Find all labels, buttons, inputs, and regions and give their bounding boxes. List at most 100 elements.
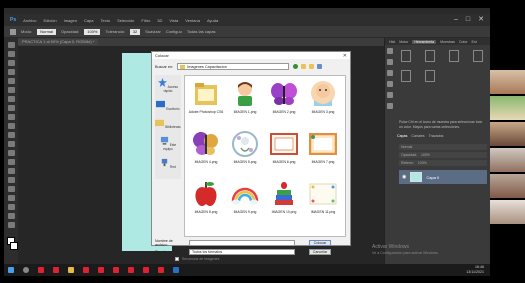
menu-capa[interactable]: Capa (84, 18, 94, 23)
brush-preset-6[interactable] (425, 70, 435, 82)
clone-source-panel-icon[interactable] (387, 92, 393, 98)
menu-filtro[interactable]: Filtro (141, 18, 150, 23)
photoshop-taskbar-icon[interactable] (173, 267, 179, 273)
history-panel-icon[interactable] (387, 48, 393, 54)
opacity-field[interactable]: 100% (84, 28, 101, 35)
view-menu-icon[interactable] (317, 64, 323, 69)
tab-herramienta[interactable]: Herramienta (412, 39, 437, 44)
zoom-tool-icon[interactable] (7, 213, 15, 219)
tolerance-field[interactable]: 32 (129, 28, 141, 35)
lasso-tool-icon[interactable] (7, 60, 15, 66)
layer-fill-field[interactable]: 100% (418, 161, 427, 165)
tab-muestras[interactable]: Muestras (440, 40, 455, 44)
actions-panel-icon[interactable] (387, 59, 393, 65)
taskbar-app-3-icon[interactable] (83, 267, 89, 273)
brush-preset-3[interactable] (449, 50, 459, 62)
menu-seleccion[interactable]: Selección (117, 18, 134, 23)
back-icon[interactable] (293, 64, 299, 69)
file-item[interactable]: IMAGEN 9.png (227, 179, 263, 225)
menu-vista[interactable]: Vista (169, 18, 178, 23)
more-tools-icon[interactable] (7, 222, 15, 228)
look-in-select[interactable]: Imagenes Capacitacion (177, 63, 290, 70)
paint-bucket-icon[interactable] (10, 28, 16, 35)
place-libraries[interactable]: Bibliotecas (155, 118, 181, 129)
place-quick-access[interactable]: Acceso rápido (155, 78, 181, 93)
close-window-button[interactable]: ✕ (478, 14, 484, 26)
brush-preset-5[interactable] (401, 70, 411, 82)
menu-archivo[interactable]: Archivo (23, 18, 36, 23)
filetype-select[interactable]: Todos los formatos (189, 249, 295, 255)
menu-edicion[interactable]: Edición (43, 18, 56, 23)
menu-ayuda[interactable]: Ayuda (207, 18, 218, 23)
dialog-close-icon[interactable]: ✕ (343, 53, 347, 59)
taskbar-app-8-icon[interactable] (158, 267, 164, 273)
file-item[interactable]: IMAGEN 8.png (188, 179, 224, 225)
brush-preset-2[interactable] (425, 50, 435, 62)
file-item[interactable]: IMAGEN 5.png (227, 129, 263, 175)
tab-motor[interactable]: Motor (399, 40, 408, 44)
background-color-swatch[interactable] (10, 242, 18, 250)
tab-trazados[interactable]: Trazados (429, 134, 444, 138)
taskbar-app-4-icon[interactable] (98, 267, 104, 273)
marquee-tool-icon[interactable] (7, 51, 15, 57)
contiguous-checkbox[interactable]: Contiguo (166, 29, 182, 34)
blur-tool-icon[interactable] (7, 150, 15, 156)
menu-texto[interactable]: Texto (101, 18, 111, 23)
menu-3d[interactable]: 3D (157, 18, 162, 23)
character-panel-icon[interactable] (387, 103, 393, 109)
new-folder-icon[interactable] (309, 64, 315, 69)
path-select-tool-icon[interactable] (7, 186, 15, 192)
brush-preset-1[interactable] (401, 50, 411, 62)
crop-tool-icon[interactable] (7, 78, 15, 84)
brush-panel-icon[interactable] (387, 81, 393, 87)
file-item[interactable]: IMAGEN 6.png (266, 129, 302, 175)
cancel-button[interactable]: Cancelar (309, 249, 331, 255)
tab-estilos[interactable]: Est (472, 40, 477, 44)
gradient-tool-icon[interactable] (7, 141, 15, 147)
layer-name[interactable]: Capa 0 (426, 175, 439, 180)
file-item[interactable]: IMAGEN 11.png (305, 179, 341, 225)
place-desktop[interactable]: Escritorio (156, 100, 180, 111)
start-icon[interactable] (8, 267, 14, 273)
dodge-tool-icon[interactable] (7, 159, 15, 165)
properties-panel-icon[interactable] (387, 70, 393, 76)
file-item[interactable]: IMAGEN 2.png (266, 79, 302, 125)
filename-input[interactable] (189, 240, 295, 246)
eyedropper-tool-icon[interactable] (7, 87, 15, 93)
all-layers-checkbox[interactable]: Todas las capas (187, 29, 216, 34)
mode-select[interactable]: Normal (37, 28, 57, 35)
shape-tool-icon[interactable] (7, 195, 15, 201)
pen-tool-icon[interactable] (7, 168, 15, 174)
tab-historia[interactable]: Hist (389, 40, 395, 44)
system-clock[interactable]: 16:46 13/11/2021 (466, 265, 484, 275)
brush-tool-icon[interactable] (7, 105, 15, 111)
file-item[interactable]: IMAGEN 1.png (227, 79, 263, 125)
healing-tool-icon[interactable] (7, 96, 15, 102)
file-item[interactable]: IMAGEN 4.png (188, 129, 224, 175)
type-tool-icon[interactable] (7, 177, 15, 183)
tab-color[interactable]: Color (459, 40, 468, 44)
file-explorer-icon[interactable] (68, 267, 74, 273)
hand-tool-icon[interactable] (7, 204, 15, 210)
tab-capas[interactable]: Capas (397, 134, 407, 138)
stamp-tool-icon[interactable] (7, 114, 15, 120)
image-sequence-checkbox[interactable]: Secuencia de imágenes (175, 257, 349, 261)
minimize-button[interactable]: – (454, 14, 458, 26)
place-network[interactable]: Red (160, 158, 176, 169)
file-item[interactable]: IMAGEN 7.png (305, 129, 341, 175)
file-item[interactable]: IMAGEN 10.png (266, 179, 302, 225)
taskbar-app-1-icon[interactable] (38, 267, 44, 273)
blend-mode-select[interactable]: Normal (399, 144, 487, 150)
document-tab[interactable]: PRACTICA 1 al 50% (Capa 0, RGB/8#) * (18, 39, 99, 45)
layer-row[interactable]: ◉ Capa 0 (399, 170, 487, 184)
file-item[interactable]: Adobe Photoshop CS6 (188, 79, 224, 125)
antialias-checkbox[interactable]: Suavizar (145, 29, 161, 34)
eye-icon[interactable]: ◉ (402, 174, 406, 180)
tab-canales[interactable]: Canales (411, 134, 424, 138)
search-icon[interactable] (23, 267, 29, 273)
menu-imagen[interactable]: Imagen (64, 18, 77, 23)
up-folder-icon[interactable] (301, 64, 307, 69)
taskbar-app-2-icon[interactable] (53, 267, 59, 273)
history-brush-tool-icon[interactable] (7, 123, 15, 129)
menu-ventana[interactable]: Ventana (185, 18, 200, 23)
